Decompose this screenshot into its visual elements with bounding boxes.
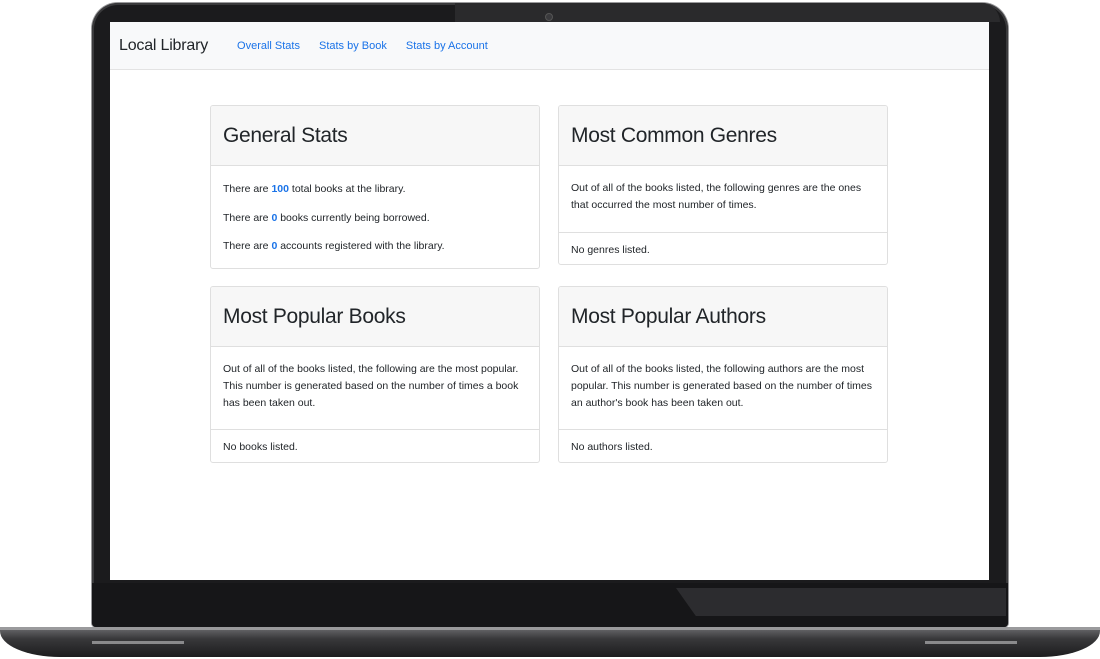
common-genres-list: No genres listed. [559, 231, 887, 265]
popular-books-card: Most Popular Books Out of all of the boo… [210, 286, 540, 463]
common-genres-title: Most Common Genres [571, 123, 777, 147]
general-stats-card: General Stats There are 100 total books … [210, 105, 540, 269]
general-stats-header: General Stats [211, 106, 539, 166]
common-genres-empty: No genres listed. [571, 243, 650, 256]
laptop-bezel-reflection [676, 588, 1006, 616]
laptop-foot-right [925, 641, 1017, 644]
common-genres-card: Most Common Genres Out of all of the boo… [558, 105, 888, 265]
popular-authors-description: Out of all of the books listed, the foll… [571, 363, 872, 409]
laptop-foot-left [92, 641, 184, 644]
popular-books-description: Out of all of the books listed, the foll… [223, 363, 519, 409]
navbar: Local Library Overall Stats Stats by Boo… [110, 22, 989, 70]
nav-link-overall-stats[interactable]: Overall Stats [237, 40, 300, 52]
nav-link-stats-by-account[interactable]: Stats by Account [406, 40, 488, 52]
general-stats-body: There are 100 total books at the library… [211, 166, 539, 255]
navbar-brand[interactable]: Local Library [119, 37, 208, 55]
stat-total-books: There are 100 total books at the library… [223, 183, 406, 195]
nav-link-stats-by-book[interactable]: Stats by Book [319, 40, 387, 52]
webcam-icon [545, 13, 553, 21]
popular-books-title: Most Popular Books [223, 304, 406, 328]
popular-authors-empty: No authors listed. [571, 440, 653, 453]
common-genres-header: Most Common Genres [559, 106, 887, 166]
popular-books-body: Out of all of the books listed, the foll… [211, 347, 539, 429]
common-genres-body: Out of all of the books listed, the foll… [559, 166, 887, 232]
popular-books-empty: No books listed. [223, 440, 298, 453]
popular-authors-header: Most Popular Authors [559, 287, 887, 347]
popular-books-header: Most Popular Books [211, 287, 539, 347]
laptop-base-edge [0, 627, 1100, 630]
popular-authors-body: Out of all of the books listed, the foll… [559, 347, 887, 429]
popular-authors-card: Most Popular Authors Out of all of the b… [558, 286, 888, 463]
total-books-count: 100 [271, 183, 289, 195]
stat-accounts: There are 0 accounts registered with the… [223, 240, 445, 252]
stat-borrowed-books: There are 0 books currently being borrow… [223, 211, 430, 224]
popular-books-list: No books listed. [211, 428, 539, 463]
laptop-lid-reflection [455, 3, 1000, 22]
common-genres-description: Out of all of the books listed, the foll… [571, 182, 862, 211]
popular-authors-title: Most Popular Authors [571, 304, 766, 328]
popular-authors-list: No authors listed. [559, 428, 887, 463]
browser-viewport: Local Library Overall Stats Stats by Boo… [110, 22, 989, 580]
general-stats-title: General Stats [223, 123, 348, 147]
